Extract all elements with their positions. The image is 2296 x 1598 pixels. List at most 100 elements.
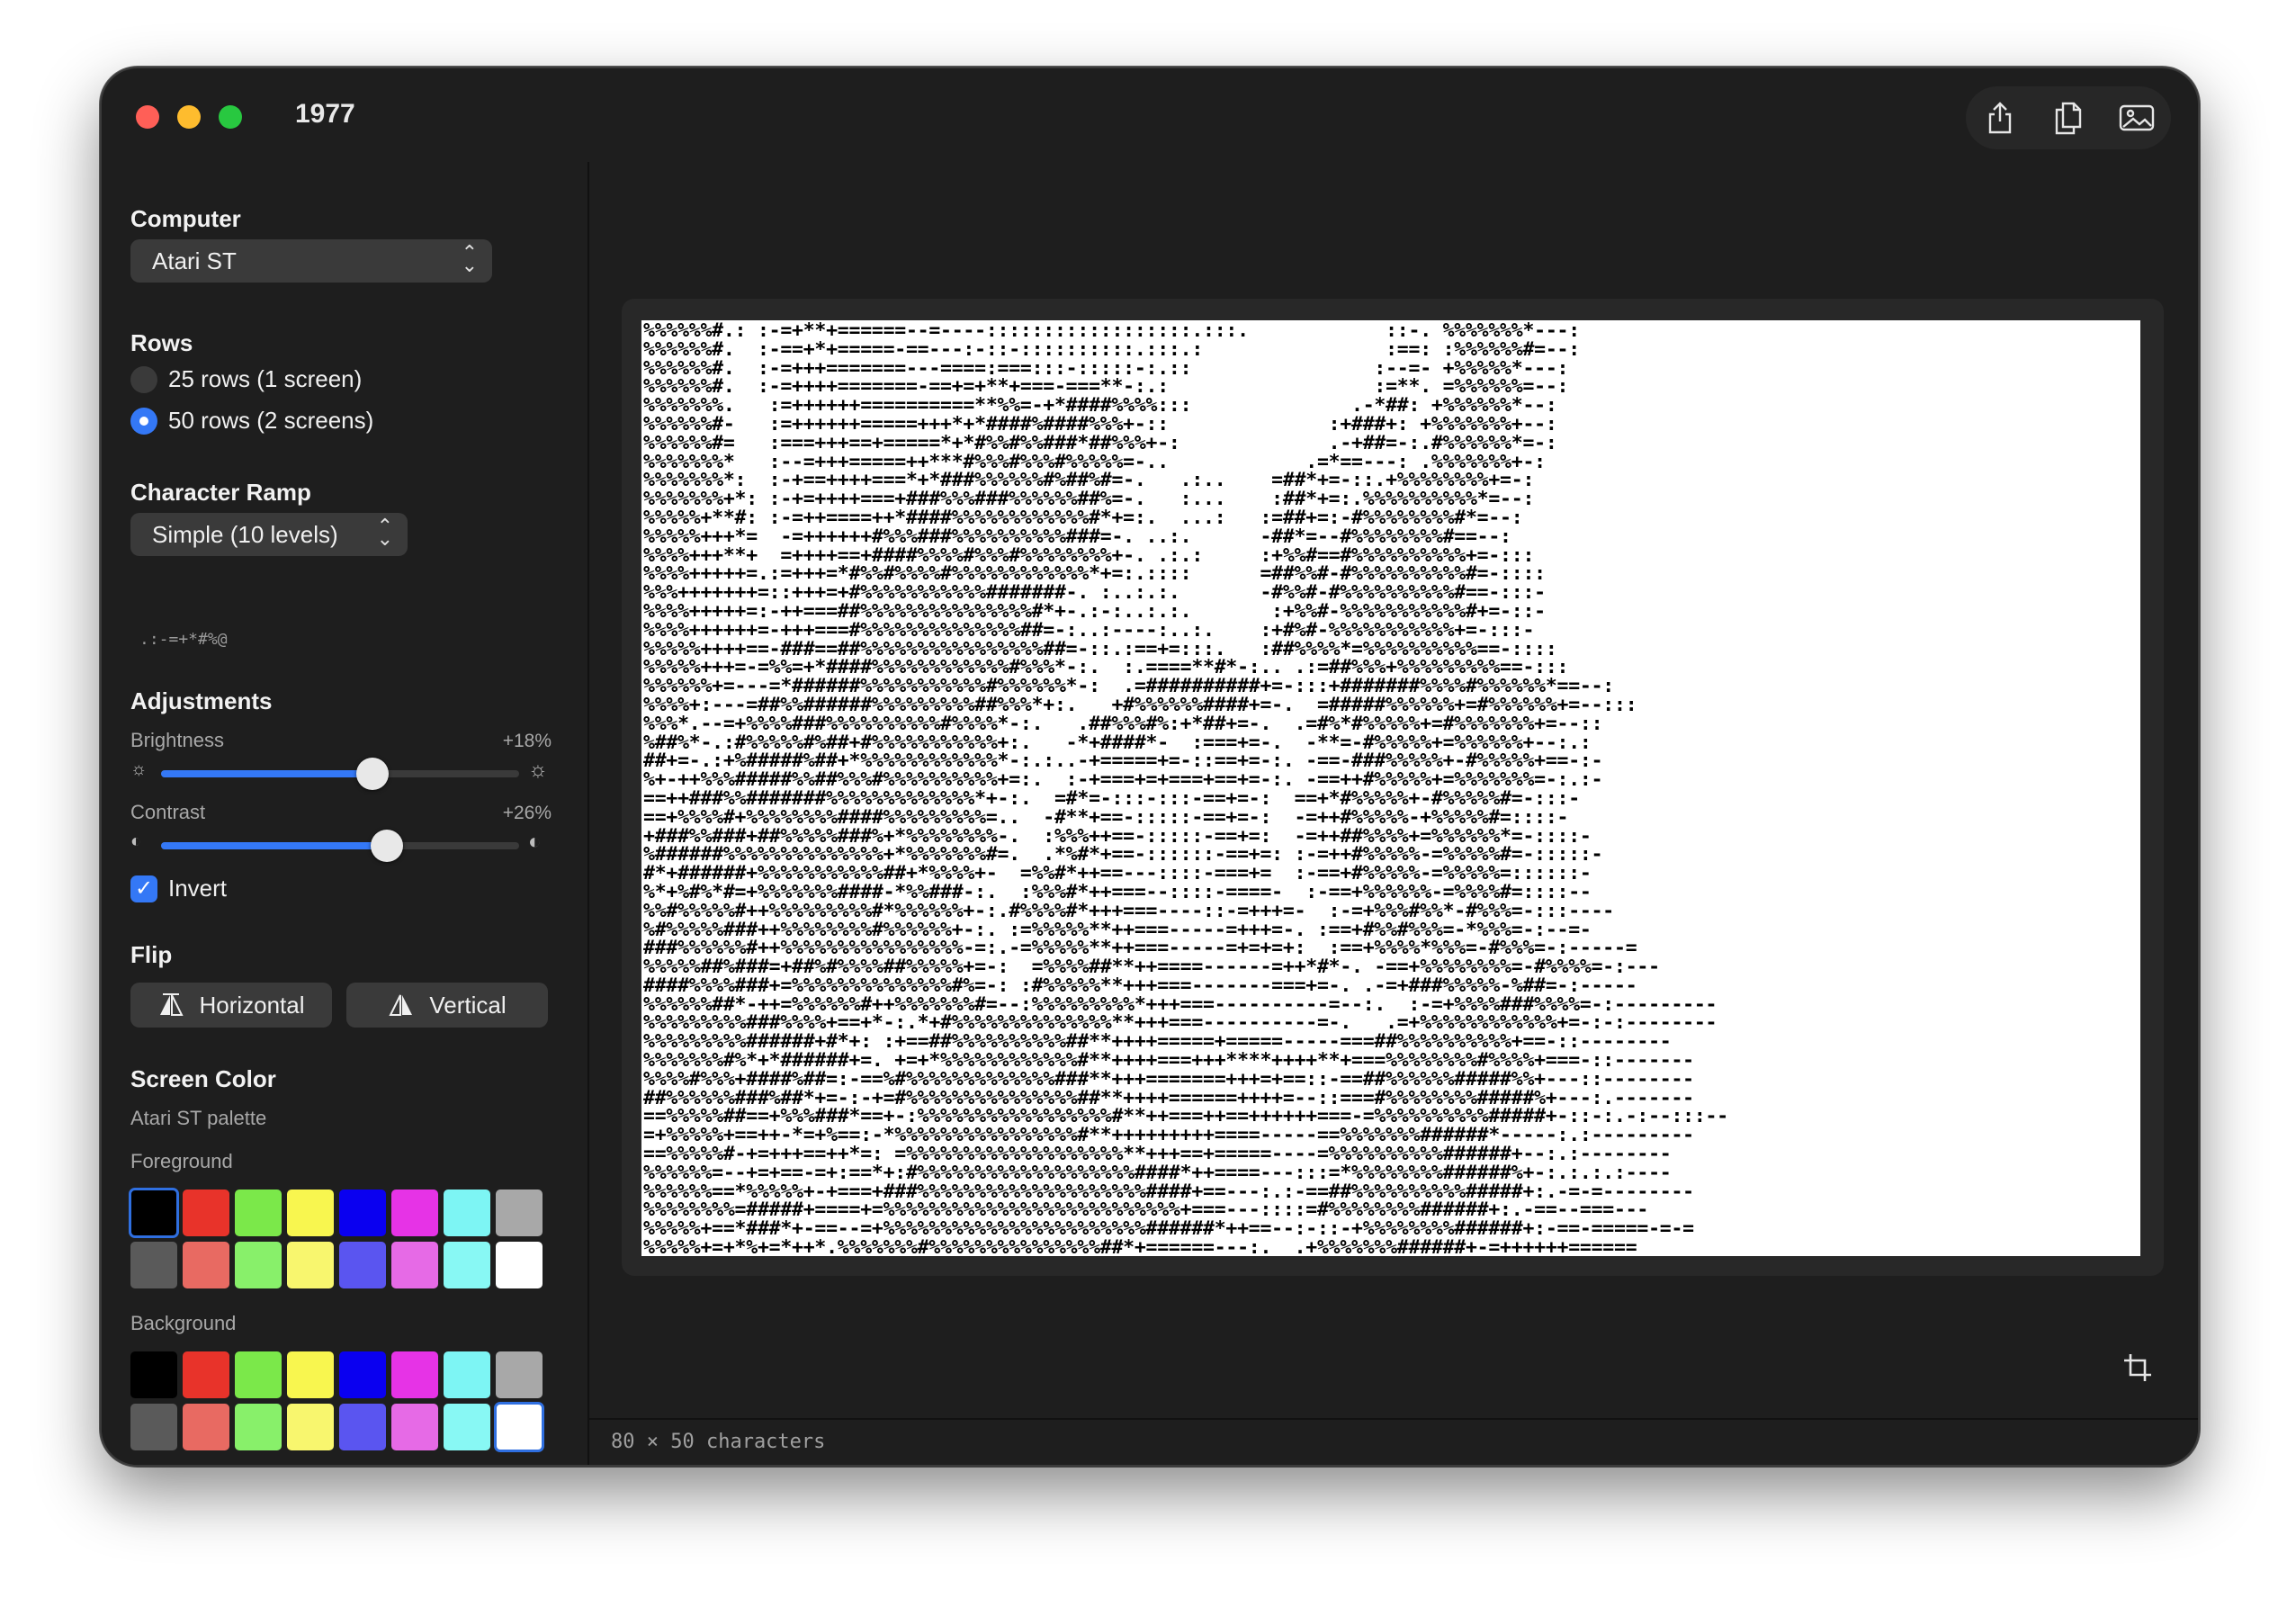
background-swatch[interactable]: [287, 1404, 334, 1450]
foreground-swatch[interactable]: [391, 1190, 438, 1236]
ramp-preview: .:-=+*#%@: [139, 630, 228, 649]
flip-vertical-icon: [389, 994, 413, 1016]
contrast-low-icon: ◐: [130, 831, 142, 851]
background-label: Background: [130, 1312, 237, 1334]
title-bar: 1977: [102, 68, 2198, 162]
background-swatch[interactable]: [183, 1404, 229, 1450]
foreground-swatch[interactable]: [444, 1242, 490, 1288]
background-swatch[interactable]: [235, 1404, 282, 1450]
background-swatch[interactable]: [391, 1404, 438, 1450]
chevron-up-down-icon: ⌃ ⌄: [461, 241, 478, 276]
flip-horizontal-button[interactable]: Horizontal: [130, 983, 332, 1028]
background-swatch[interactable]: [494, 1402, 544, 1452]
brightness-slider-knob[interactable]: [355, 758, 389, 790]
contrast-value: +26%: [502, 803, 552, 823]
flip-vertical-label: Vertical: [429, 991, 507, 1019]
preview-area: %%%%%%#.: :-=+**+======--=----::::::::::…: [589, 162, 2198, 1420]
save-image-button[interactable]: [2114, 95, 2159, 140]
zoom-window-button[interactable]: [219, 105, 242, 129]
foreground-swatch[interactable]: [339, 1242, 386, 1288]
computer-popup-value: Atari ST: [152, 247, 237, 274]
status-bar: 80 × 50 characters: [589, 1418, 2198, 1465]
minimize-window-button[interactable]: [177, 105, 201, 129]
screen-color-section-title: Screen Color: [130, 1065, 276, 1092]
foreground-swatch[interactable]: [183, 1190, 229, 1236]
background-swatch[interactable]: [391, 1351, 438, 1398]
rows-option-25[interactable]: 25 rows (1 screen): [130, 365, 362, 393]
radio-button[interactable]: [130, 365, 157, 393]
background-swatch[interactable]: [444, 1404, 490, 1450]
background-swatch[interactable]: [496, 1351, 543, 1398]
share-button[interactable]: [1978, 95, 2022, 140]
rows-option-50[interactable]: 50 rows (2 screens): [130, 407, 373, 435]
flip-horizontal-label: Horizontal: [199, 991, 305, 1019]
foreground-swatch[interactable]: [235, 1242, 282, 1288]
background-swatch[interactable]: [339, 1404, 386, 1450]
rows-option-label: 50 rows (2 screens): [168, 407, 374, 434]
ramp-section-title: Character Ramp: [130, 479, 311, 506]
copy-button[interactable]: [2046, 95, 2091, 140]
window-title: 1977: [295, 99, 355, 129]
invert-label: Invert: [168, 875, 228, 902]
foreground-swatch[interactable]: [339, 1190, 386, 1236]
background-swatch[interactable]: [130, 1404, 177, 1450]
radio-button-selected[interactable]: [130, 407, 157, 435]
close-window-button[interactable]: [136, 105, 159, 129]
foreground-swatch[interactable]: [444, 1190, 490, 1236]
settings-sidebar: Computer Atari ST ⌃ ⌄ Rows 25 rows (1 scr…: [102, 162, 589, 1465]
foreground-swatch[interactable]: [496, 1190, 543, 1236]
foreground-swatch[interactable]: [235, 1190, 282, 1236]
background-swatch[interactable]: [130, 1351, 177, 1398]
copy-icon: [2055, 102, 2082, 135]
share-icon: [1988, 102, 2012, 134]
palette-name: Atari ST palette: [130, 1107, 267, 1129]
contrast-slider[interactable]: [161, 830, 519, 862]
app-window: 1977 Computer Atari ST ⌃ ⌄ Rows 25 rows …: [100, 67, 2200, 1467]
toolbar-actions: [1966, 86, 2171, 149]
foreground-swatch[interactable]: [287, 1242, 334, 1288]
foreground-label: Foreground: [130, 1150, 233, 1172]
preview-frame: %%%%%%#.: :-=+**+======--=----::::::::::…: [622, 299, 2164, 1276]
contrast-slider-knob[interactable]: [370, 830, 403, 862]
flip-vertical-button[interactable]: Vertical: [346, 983, 548, 1028]
flip-section-title: Flip: [130, 941, 173, 968]
flip-horizontal-icon: [160, 993, 184, 1016]
contrast-slider-fill: [161, 842, 387, 849]
foreground-swatches: [129, 1188, 543, 1288]
foreground-swatch[interactable]: [183, 1242, 229, 1288]
chevron-up-down-icon: ⌃ ⌄: [376, 515, 393, 550]
ascii-preview[interactable]: %%%%%%#.: :-=+**+======--=----::::::::::…: [641, 320, 2140, 1256]
foreground-swatch[interactable]: [496, 1242, 543, 1288]
brightness-value: +18%: [502, 731, 552, 751]
character-count: 80 × 50 characters: [611, 1431, 826, 1453]
foreground-swatch[interactable]: [391, 1242, 438, 1288]
contrast-high-icon: ◐: [528, 830, 542, 854]
brightness-label: Brightness: [130, 729, 224, 751]
background-swatch[interactable]: [339, 1351, 386, 1398]
sun-large-icon: ☼: [528, 758, 548, 782]
crop-button[interactable]: [2122, 1352, 2153, 1387]
ramp-popup-value: Simple (10 levels): [152, 520, 338, 548]
computer-section-title: Computer: [130, 205, 241, 232]
background-swatch[interactable]: [444, 1351, 490, 1398]
brightness-slider[interactable]: [161, 758, 519, 790]
background-swatch[interactable]: [287, 1351, 334, 1398]
brightness-slider-fill: [161, 770, 372, 777]
rows-section-title: Rows: [130, 329, 193, 356]
background-swatch[interactable]: [183, 1351, 229, 1398]
adjustments-section-title: Adjustments: [130, 687, 273, 714]
rows-option-label: 25 rows (1 screen): [168, 365, 363, 392]
ascii-art-text: %%%%%%#.: :-=+**+======--=----::::::::::…: [643, 320, 1728, 1256]
foreground-swatch[interactable]: [130, 1242, 177, 1288]
sun-small-icon: ☼: [130, 759, 148, 779]
invert-checkbox-row[interactable]: ✓ Invert: [130, 875, 227, 902]
foreground-swatch[interactable]: [129, 1188, 179, 1238]
foreground-swatch[interactable]: [287, 1190, 334, 1236]
crop-icon: [2124, 1354, 2151, 1381]
ramp-popup[interactable]: Simple (10 levels) ⌃ ⌄: [130, 513, 408, 556]
computer-popup[interactable]: Atari ST ⌃ ⌄: [130, 239, 492, 283]
background-swatches: [130, 1351, 544, 1452]
invert-checkbox[interactable]: ✓: [130, 875, 157, 902]
background-swatch[interactable]: [235, 1351, 282, 1398]
save-image-icon: [2119, 104, 2155, 131]
